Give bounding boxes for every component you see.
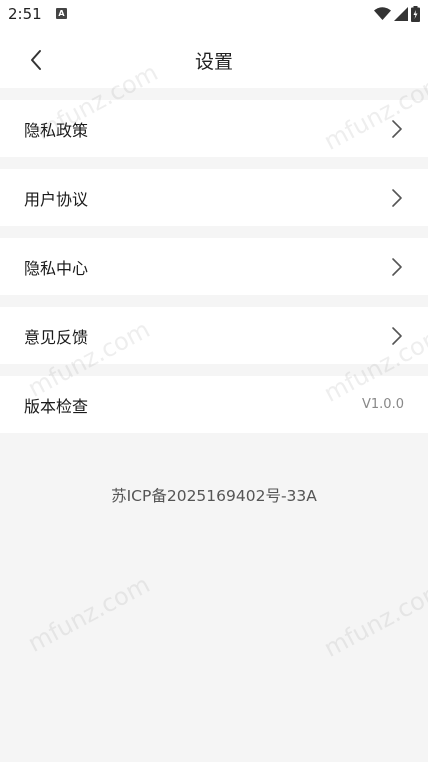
app-header: 设置 xyxy=(0,30,428,88)
settings-list: 隐私政策 用户协议 隐私中心 意见反馈 版本检查 V1.0.0 xyxy=(0,100,428,445)
settings-item-privacy-center[interactable]: 隐私中心 xyxy=(0,238,428,295)
watermark: mfunz.com xyxy=(319,575,428,663)
watermark: mfunz.com xyxy=(23,570,155,658)
settings-item-label: 隐私政策 xyxy=(24,120,89,140)
status-time: 2:51 xyxy=(8,5,42,23)
icp-record: 苏ICP备2025169402号-33A xyxy=(111,487,317,505)
settings-item-label: 隐私中心 xyxy=(24,258,89,278)
chevron-right-icon xyxy=(390,188,404,208)
chevron-right-icon xyxy=(390,326,404,346)
settings-item-privacy-policy[interactable]: 隐私政策 xyxy=(0,100,428,157)
version-value: V1.0.0 xyxy=(362,397,404,412)
notification-icon: A xyxy=(56,8,67,19)
settings-item-user-agreement[interactable]: 用户协议 xyxy=(0,169,428,226)
wifi-icon xyxy=(374,7,391,20)
chevron-right-icon xyxy=(390,257,404,277)
settings-item-label: 用户协议 xyxy=(24,189,89,209)
status-bar: 2:51 A xyxy=(0,0,428,30)
settings-item-feedback[interactable]: 意见反馈 xyxy=(0,307,428,364)
settings-item-label: 版本检查 xyxy=(24,396,89,416)
page-title: 设置 xyxy=(194,51,233,73)
settings-item-label: 意见反馈 xyxy=(24,327,89,347)
status-icons xyxy=(374,6,420,22)
battery-icon xyxy=(411,6,420,22)
chevron-right-icon xyxy=(390,119,404,139)
signal-icon xyxy=(394,7,408,21)
settings-item-version-check[interactable]: 版本检查 V1.0.0 xyxy=(0,376,428,433)
